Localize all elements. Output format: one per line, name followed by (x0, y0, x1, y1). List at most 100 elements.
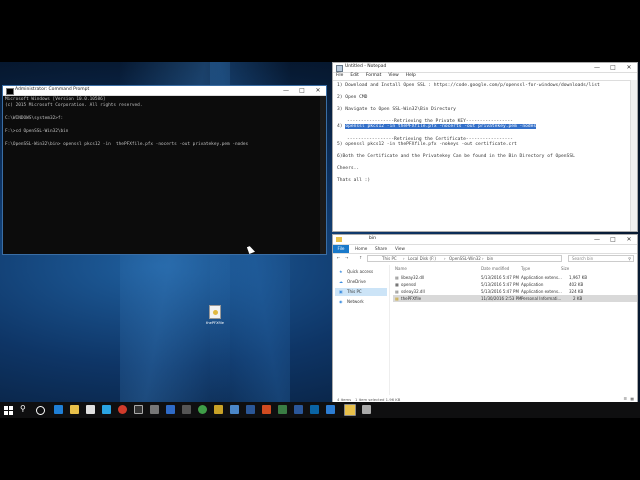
app-icon[interactable] (246, 405, 255, 414)
up-arrow-icon[interactable]: ↑ (359, 255, 362, 260)
file-size: 2 KB (573, 296, 583, 301)
menu-file[interactable]: File (336, 73, 343, 78)
path-segment[interactable]: This PC (382, 256, 397, 261)
file-type: Application extens... (521, 289, 562, 294)
note-line-2: 2) Open CMD (337, 95, 368, 100)
selected-command-text[interactable]: openssl pkcs12 -in thePFXfile.pfx -nocer… (345, 124, 537, 129)
table-row-selected[interactable]: ▦ thePFXfile 11/30/2016 2:53 PM Personal… (393, 295, 637, 302)
minimize-icon[interactable]: — (591, 235, 603, 244)
path-separator: › (444, 256, 446, 261)
path-segment[interactable]: Local Disk (F:) (408, 256, 436, 261)
minimize-icon[interactable]: — (591, 63, 603, 72)
minimize-icon[interactable]: — (280, 86, 292, 95)
nav-onedrive[interactable]: OneDrive (347, 279, 366, 284)
column-header-row: Name Date modified Type Size (393, 265, 637, 272)
path-segment[interactable]: OpenSSL-Win32 (449, 256, 481, 261)
edge-icon[interactable] (54, 405, 63, 414)
note-line-8: 6)Both the Certificate and the Privateke… (337, 154, 575, 159)
app-icon[interactable] (182, 405, 191, 414)
column-type[interactable]: Type (521, 266, 530, 271)
cmd-app-icon (6, 88, 14, 95)
notepad-scrollbar[interactable] (630, 80, 637, 231)
forward-arrow-icon[interactable]: → (345, 255, 348, 260)
app-icon[interactable] (326, 405, 335, 414)
file-type: Personal Informati... (521, 296, 562, 301)
cmd-titlebar[interactable]: Administrator: Command Prompt — □ ✕ (3, 86, 326, 96)
app-icon[interactable] (166, 405, 175, 414)
cmd-console[interactable]: Microsoft Windows [Version 10.0.10586] (c… (5, 97, 318, 252)
file-name: libeay32.dll (401, 275, 425, 280)
start-button[interactable] (4, 406, 13, 415)
address-row: ← → ↑ This PC › Local Disk (F:) › OpenSS… (333, 254, 637, 264)
menu-format[interactable]: Format (366, 73, 381, 78)
word-icon[interactable] (294, 405, 303, 414)
menu-help[interactable]: Help (406, 73, 416, 78)
column-name[interactable]: Name (395, 266, 407, 271)
notepad-titlebar[interactable]: Untitled - Notepad — □ ✕ (333, 63, 637, 73)
maximize-icon[interactable]: □ (296, 86, 308, 95)
cmd-scrollbar[interactable] (320, 96, 326, 254)
file-size: 402 KB (569, 282, 584, 287)
menu-edit[interactable]: Edit (350, 73, 359, 78)
nav-this-pc[interactable]: This PC (347, 289, 362, 294)
maximize-icon[interactable]: □ (607, 63, 619, 72)
app-icon[interactable] (362, 405, 371, 414)
search-input[interactable]: Search bin ⚲ (568, 255, 634, 262)
file-explorer-icon[interactable] (70, 405, 79, 414)
windows-logo-icon (4, 406, 13, 415)
note-line-7: 5) openssl pkcs12 -in thePFXfile.pfx -no… (337, 142, 517, 147)
ribbon-tab-share[interactable]: Share (375, 246, 387, 251)
close-icon[interactable]: ✕ (623, 235, 635, 244)
column-date[interactable]: Date modified (481, 266, 509, 271)
app-icon[interactable] (214, 405, 223, 414)
app-icon[interactable] (278, 405, 287, 414)
path-separator: › (482, 256, 484, 261)
nav-network[interactable]: Network (347, 299, 364, 304)
skype-icon[interactable] (102, 405, 111, 414)
outlook-icon[interactable] (310, 405, 319, 414)
notepad-app-icon (336, 65, 343, 72)
close-icon[interactable]: ✕ (623, 63, 635, 72)
table-row[interactable]: ■ openssl 5/13/2016 5:47 PM Application … (393, 281, 637, 288)
explorer-window[interactable]: bin — □ ✕ File Home Share View ← → ↑ Thi… (332, 234, 638, 404)
table-row[interactable]: ▦ ssleay32.dll 5/13/2016 5:47 PM Applica… (393, 288, 637, 295)
file-date: 5/13/2016 5:47 PM (481, 275, 519, 280)
explorer-titlebar[interactable]: bin — □ ✕ (333, 235, 637, 245)
ribbon-tab-view[interactable]: View (395, 246, 405, 251)
desktop: thePFXfile Administrator: Command Prompt… (0, 0, 640, 480)
column-size[interactable]: Size (561, 266, 569, 271)
note-line-1: 1) Download and Install Open SSL : https… (337, 83, 600, 88)
file-explorer-active-icon[interactable] (344, 404, 356, 416)
desktop-icon-pfx[interactable]: thePFXfile (200, 305, 230, 330)
computer-icon: ▣ (339, 289, 343, 294)
ribbon-tab-file[interactable]: File (333, 245, 349, 253)
app-icon[interactable] (230, 405, 239, 414)
file-size: 324 KB (569, 289, 584, 294)
back-arrow-icon[interactable]: ← (337, 255, 340, 260)
search-icon[interactable]: ⚲ (20, 404, 26, 413)
file-size: 1,967 KB (569, 275, 588, 280)
table-row[interactable]: ▦ libeay32.dll 5/13/2016 5:47 PM Applica… (393, 274, 637, 281)
path-segment[interactable]: bin (487, 256, 493, 261)
nav-quick-access[interactable]: Quick access (347, 269, 373, 274)
store-icon[interactable] (86, 405, 95, 414)
task-view-icon[interactable] (36, 406, 45, 415)
certificate-file-icon (209, 305, 221, 319)
cmd-window[interactable]: Administrator: Command Prompt — □ ✕ Micr… (2, 85, 327, 255)
close-icon[interactable]: ✕ (312, 86, 324, 95)
cmd-taskbar-icon[interactable] (134, 405, 143, 414)
notepad-text-area[interactable]: 1) Download and Install Open SSL : https… (333, 80, 631, 231)
maximize-icon[interactable]: □ (607, 235, 619, 244)
ribbon-tab-home[interactable]: Home (355, 246, 367, 251)
notepad-window[interactable]: Untitled - Notepad — □ ✕ File Edit Format V… (332, 62, 638, 232)
notepad-title: Untitled - Notepad (345, 64, 387, 69)
app-icon[interactable] (198, 405, 207, 414)
details-view-icon[interactable]: ☰ (624, 396, 627, 401)
menu-view[interactable]: View (388, 73, 398, 78)
app-icon[interactable] (262, 405, 271, 414)
app-icon[interactable] (118, 405, 127, 414)
file-type: Application (521, 282, 544, 287)
tiles-view-icon[interactable]: ▦ (630, 396, 634, 401)
magnifier-icon[interactable] (150, 405, 159, 414)
address-bar[interactable]: This PC › Local Disk (F:) › OpenSSL-Win3… (367, 255, 562, 262)
